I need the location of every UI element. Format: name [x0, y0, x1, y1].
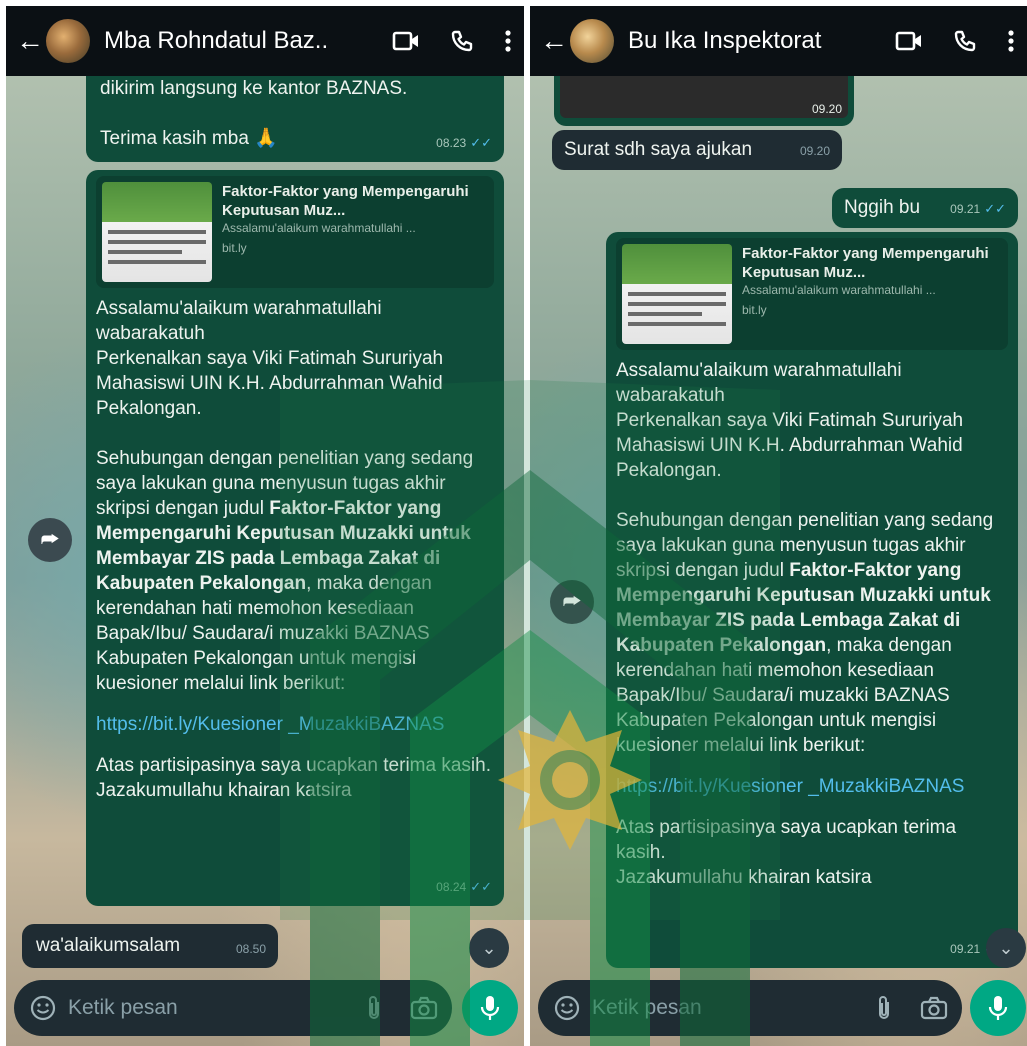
- message-time: 08.50: [235, 942, 266, 956]
- link-thumbnail: [102, 182, 212, 282]
- link-preview[interactable]: Faktor-Faktor yang Mempengaruhi Keputusa…: [616, 238, 1008, 350]
- phone-icon[interactable]: [450, 29, 474, 53]
- contact-name[interactable]: Bu Ika Inspektorat: [628, 27, 828, 55]
- message-text: Atas partisipasinya saya ucapkan terima …: [616, 817, 957, 888]
- message-time: 09.21✓✓: [950, 201, 1006, 216]
- link-host: bit.ly: [742, 303, 767, 317]
- link-title: Faktor-Faktor yang Mempengaruhi Keputusa…: [742, 245, 989, 281]
- attach-icon[interactable]: [366, 995, 382, 1021]
- message-text: Assalamu'alaikum warahmatullahi wabaraka…: [96, 298, 474, 519]
- link-description: Assalamu'alaikum warahmatullahi ...: [222, 221, 416, 235]
- read-ticks-icon: ✓✓: [470, 135, 492, 150]
- avatar[interactable]: [46, 19, 90, 63]
- message-input[interactable]: Ketik pesan: [14, 980, 452, 1036]
- message-bubble-outgoing[interactable]: Faktor-Faktor yang Mempengaruhi Keputusa…: [86, 170, 504, 906]
- message-text: dikirim langsung ke kantor BAZNAS. Terim…: [100, 78, 408, 149]
- chat-header: ← Mba Rohndatul Baz..: [6, 6, 524, 76]
- back-arrow-icon[interactable]: ←: [16, 25, 44, 57]
- message-input[interactable]: Ketik pesan: [538, 980, 962, 1036]
- scroll-down-icon[interactable]: ⌄: [986, 928, 1026, 968]
- questionnaire-link[interactable]: https://bit.ly/Kuesioner _MuzakkiBAZNAS: [616, 774, 1008, 799]
- more-vert-icon[interactable]: [504, 29, 512, 53]
- link-description: Assalamu'alaikum warahmatullahi ...: [742, 283, 936, 297]
- message-text: Assalamu'alaikum warahmatullahi wabaraka…: [616, 360, 994, 581]
- link-preview[interactable]: Faktor-Faktor yang Mempengaruhi Keputusa…: [96, 176, 494, 288]
- camera-icon[interactable]: [920, 996, 948, 1020]
- message-bubble-outgoing[interactable]: Nggih bu 09.21 ✓✓: [832, 188, 1018, 228]
- chat-panel-right: ← Bu Ika Inspektorat 09.20 Surat sdh say…: [530, 6, 1027, 1046]
- message-bubble-outgoing[interactable]: Faktor-Faktor yang Mempengaruhi Keputusa…: [606, 232, 1018, 968]
- contact-name[interactable]: Mba Rohndatul Baz..: [104, 27, 332, 55]
- link-title: Faktor-Faktor yang Mempengaruhi Keputusa…: [222, 183, 469, 219]
- message-time: 08.23 ✓✓: [436, 135, 492, 150]
- message-time: 09.20: [799, 144, 830, 158]
- video-call-icon[interactable]: [895, 30, 923, 52]
- mic-icon[interactable]: [462, 980, 518, 1036]
- emoji-icon[interactable]: [30, 995, 56, 1021]
- attach-icon[interactable]: [876, 995, 892, 1021]
- questionnaire-link[interactable]: https://bit.ly/Kuesioner _MuzakkiBAZNAS: [96, 712, 494, 737]
- forward-icon[interactable]: ⮫: [550, 580, 594, 624]
- avatar[interactable]: [570, 19, 614, 63]
- back-arrow-icon[interactable]: ←: [540, 25, 568, 57]
- camera-icon[interactable]: [410, 996, 438, 1020]
- link-thumbnail: [622, 244, 732, 344]
- video-call-icon[interactable]: [392, 30, 420, 52]
- panel-divider: [524, 0, 530, 1046]
- link-host: bit.ly: [222, 241, 247, 255]
- message-bubble-incoming[interactable]: wa'alaikumsalam 08.50: [22, 924, 278, 968]
- phone-icon[interactable]: [953, 29, 977, 53]
- forward-icon[interactable]: ⮫: [28, 518, 72, 562]
- message-text: Surat sdh saya ajukan: [564, 139, 753, 160]
- message-time: 09.20: [811, 102, 842, 116]
- emoji-icon[interactable]: [554, 995, 580, 1021]
- more-vert-icon[interactable]: [1007, 29, 1015, 53]
- mic-icon[interactable]: [970, 980, 1026, 1036]
- chat-panel-left: ← Mba Rohndatul Baz.. dikirim langsung k…: [6, 6, 524, 1046]
- scroll-down-icon[interactable]: ⌄: [469, 928, 509, 968]
- message-text: Nggih bu: [844, 197, 921, 218]
- message-text: wa'alaikumsalam: [36, 935, 181, 956]
- message-bubble-incoming[interactable]: Surat sdh saya ajukan 09.20: [552, 130, 842, 170]
- message-text: Atas partisipasinya saya ucapkan terima …: [96, 755, 491, 801]
- read-ticks-icon: ✓✓: [470, 879, 492, 894]
- message-input-placeholder[interactable]: Ketik pesan: [592, 996, 862, 1020]
- message-time: 08.24 ✓✓: [436, 879, 492, 894]
- chat-header: ← Bu Ika Inspektorat: [530, 6, 1027, 76]
- message-input-placeholder[interactable]: Ketik pesan: [68, 996, 352, 1020]
- read-ticks-icon: ✓✓: [984, 201, 1006, 216]
